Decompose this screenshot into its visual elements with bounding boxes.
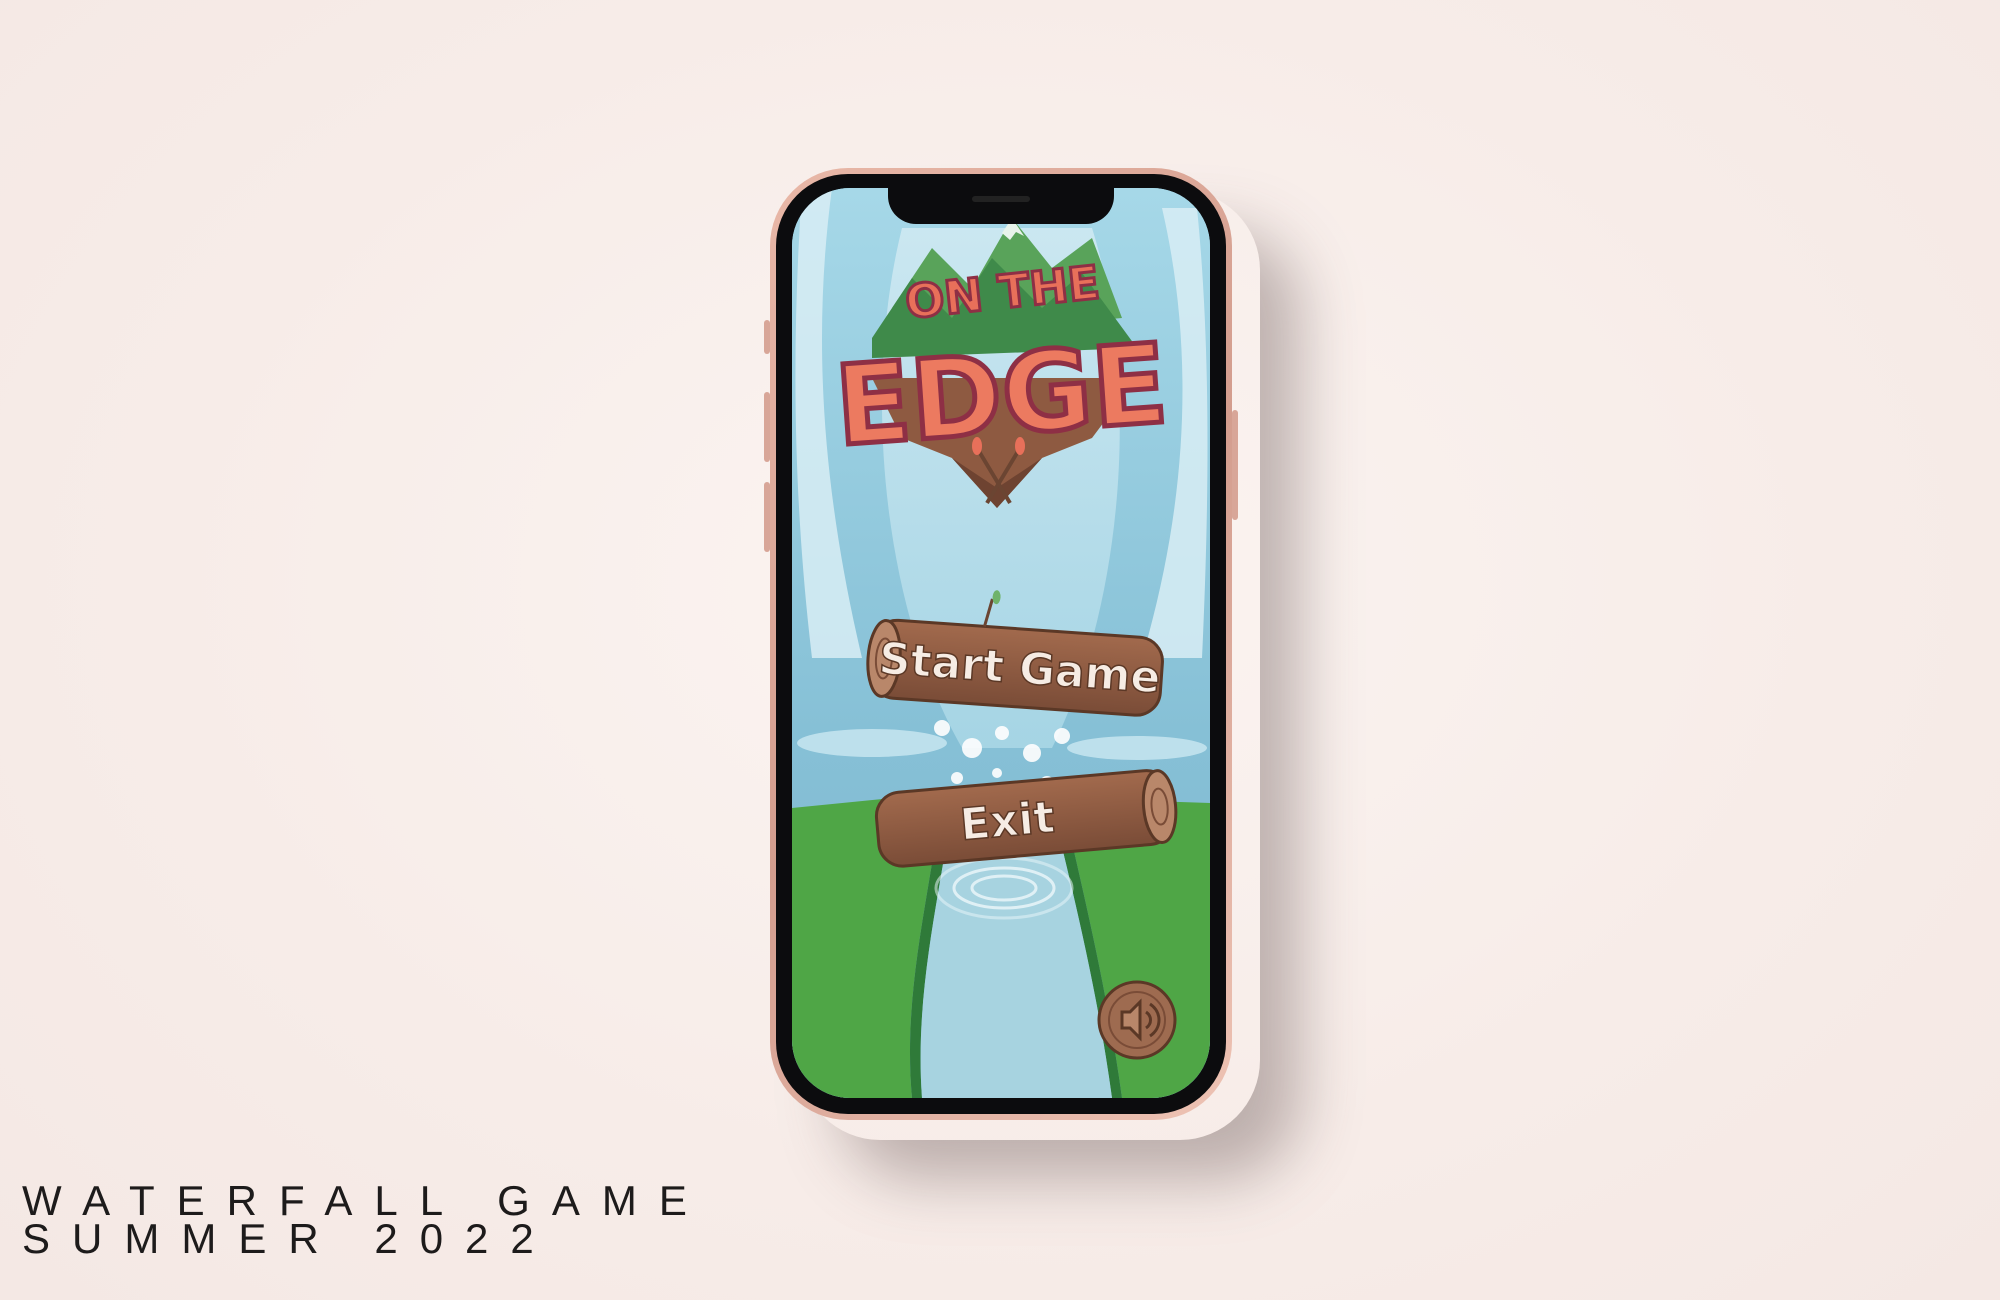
game-screen: ON THE EDGE Start Game Exit [792,188,1210,1098]
phone-speaker [972,196,1030,202]
exit-label: Exit [958,792,1057,851]
project-caption: WATERFALL GAME SUMMER 2022 [22,1180,709,1262]
caption-date: SUMMER 2022 [22,1215,556,1262]
game-scene: ON THE EDGE Start Game Exit [792,188,1210,1098]
waterfall-pool-right [1067,736,1207,760]
phone-notch [888,188,1114,224]
logo-line2: EDGE [831,320,1171,471]
sound-toggle-button[interactable] [1097,980,1177,1060]
phone-power-button [1232,410,1238,520]
waterfall-pool-left [797,729,947,757]
